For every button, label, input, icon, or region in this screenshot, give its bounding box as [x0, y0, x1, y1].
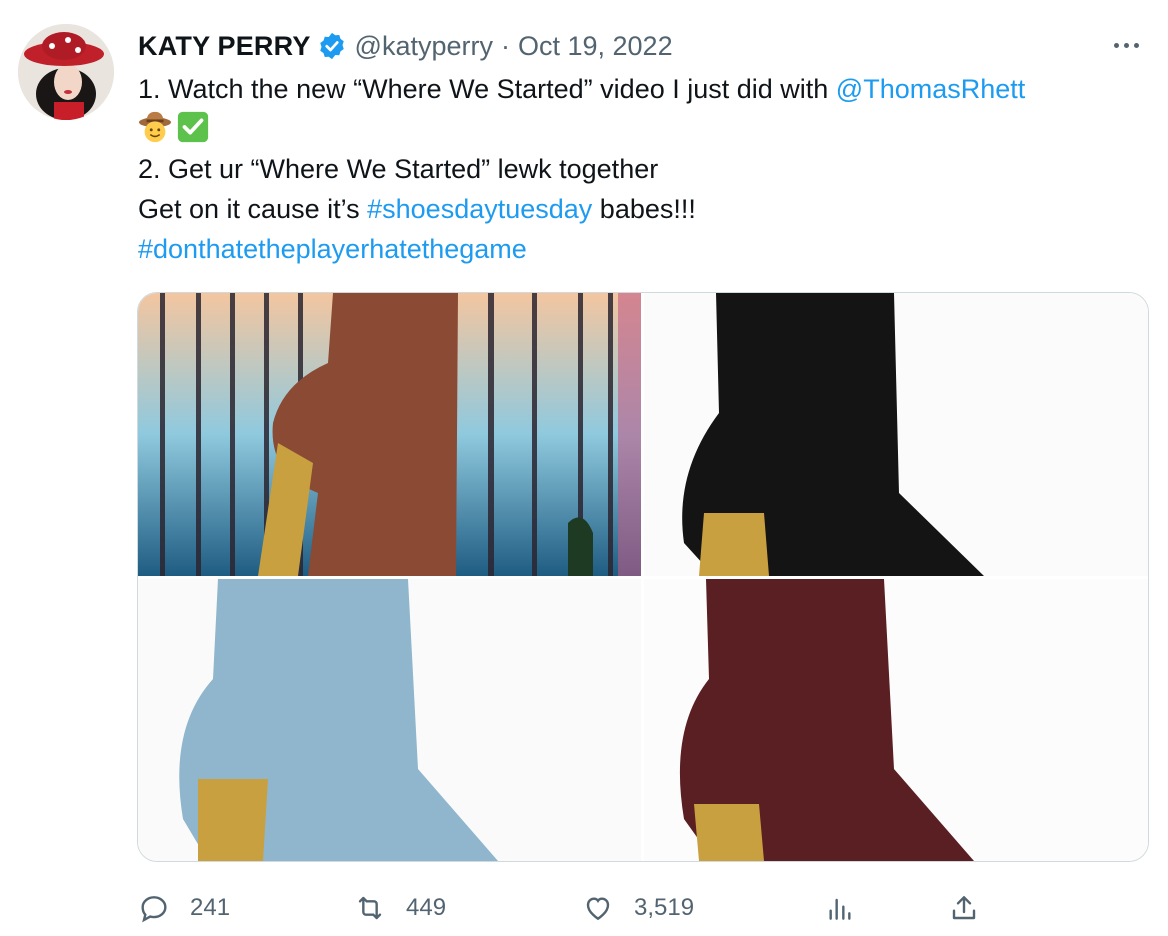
analytics-button[interactable] — [824, 884, 876, 932]
media-grid — [137, 292, 1149, 862]
hashtag-donthatetheplayer[interactable]: #donthatetheplayerhatethegame — [138, 234, 527, 264]
tweet-line-4-post: babes!!! — [592, 194, 696, 224]
tweet-line-1: 1. Watch the new “Where We Started” vide… — [138, 69, 1148, 109]
retweet-button[interactable]: 449 — [354, 884, 446, 932]
retweet-icon — [358, 896, 382, 920]
mention-link[interactable]: @ThomasRhett — [836, 74, 1025, 104]
tweet-line-4-pre: Get on it cause it’s — [138, 194, 368, 224]
analytics-icon — [829, 898, 851, 920]
check-mark-button-emoji — [176, 110, 210, 144]
more-options-icon[interactable] — [1108, 30, 1144, 60]
brown-boot-photo[interactable] — [138, 293, 641, 576]
retweet-count: 449 — [406, 894, 447, 921]
tweet-line-2 — [138, 109, 1148, 149]
author-name[interactable]: KATY PERRY — [138, 31, 311, 62]
tweet-date[interactable]: Oct 19, 2022 — [518, 31, 673, 62]
burgundy-boot-photo[interactable] — [644, 579, 1148, 861]
reply-icon — [141, 896, 167, 923]
like-button[interactable]: 3,519 — [582, 884, 694, 932]
share-button[interactable] — [948, 884, 1000, 932]
hashtag-shoesdaytuesday[interactable]: #shoesdaytuesday — [367, 194, 592, 224]
tweet-line-3: 2. Get ur “Where We Started” lewk togeth… — [138, 154, 659, 184]
tweet-line-4: Get on it cause it’s #shoesdaytuesday ba… — [138, 189, 1148, 229]
like-count: 3,519 — [634, 894, 695, 921]
heart-icon — [586, 897, 610, 921]
blue-boot-photo[interactable] — [138, 579, 641, 861]
action-bar: 241 449 3,519 — [138, 884, 988, 932]
separator-dot: · — [500, 30, 510, 61]
reply-count: 241 — [190, 894, 231, 921]
tweet-line-5: #donthatetheplayerhatethegame — [138, 229, 1148, 269]
reply-button[interactable]: 241 — [138, 884, 230, 932]
profile-avatar[interactable] — [18, 24, 114, 120]
tweet-line-1-text: 1. Watch the new “Where We Started” vide… — [138, 74, 836, 104]
cowboy-face-emoji — [138, 110, 172, 144]
author-handle[interactable]: @katyperry — [355, 31, 493, 62]
verified-badge-icon — [317, 31, 347, 61]
share-icon — [952, 896, 976, 920]
black-boot-photo[interactable] — [644, 293, 1148, 576]
tweet-header: KATY PERRY @katyperry · Oct 19, 2022 — [138, 26, 673, 66]
tweet-text: 1. Watch the new “Where We Started” vide… — [138, 69, 1148, 269]
